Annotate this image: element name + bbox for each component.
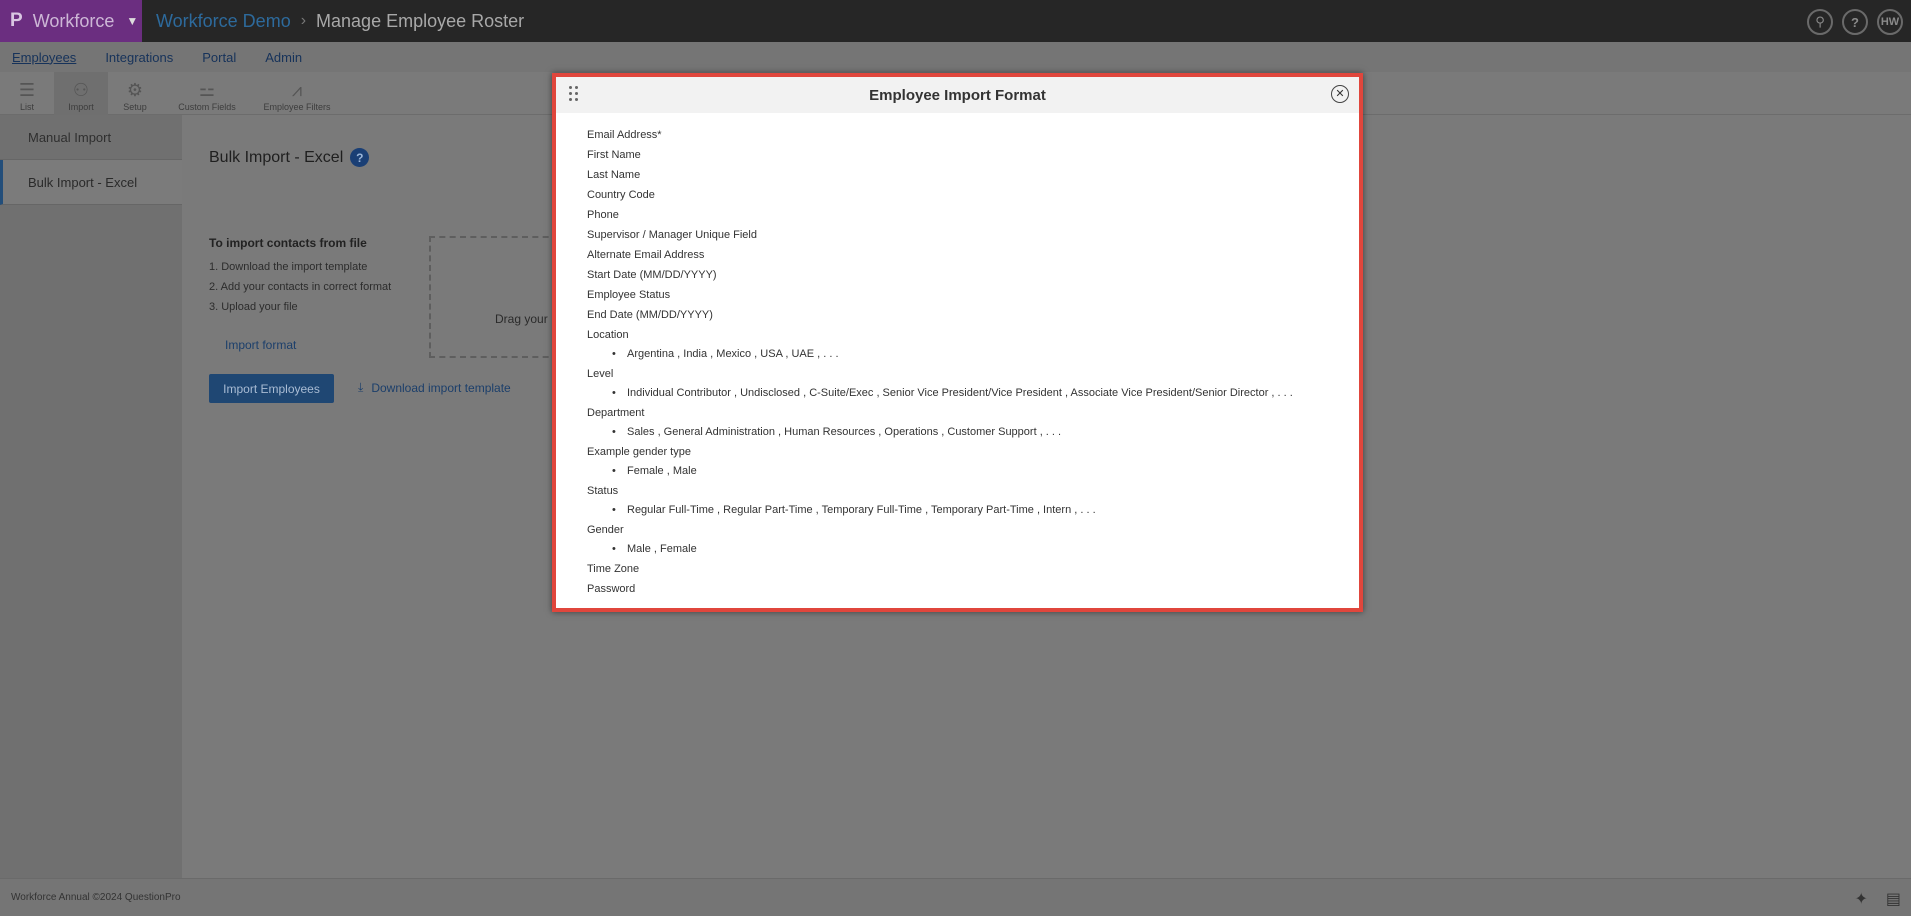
tool-custom-fields-label: Custom Fields — [178, 102, 236, 112]
caret-down-icon: ▼ — [126, 14, 139, 28]
chart-icon: ⩘ — [291, 80, 303, 100]
field-values: Regular Full-Time , Regular Part-Time , … — [587, 503, 1359, 522]
field-values: Argentina , India , Mexico , USA , UAE ,… — [587, 347, 1359, 366]
user-avatar[interactable]: HW — [1877, 9, 1903, 35]
person-icon: ⚇ — [72, 80, 90, 100]
field-name: Employee Status — [587, 289, 671, 301]
nav-portal[interactable]: Portal — [202, 50, 236, 65]
field-name: Supervisor / Manager Unique Field — [587, 229, 757, 241]
tool-list-label: List — [19, 102, 34, 112]
field-name: Alternate Email Address — [587, 249, 705, 261]
modal-body: Email Address* First Name Last Name Coun… — [556, 113, 1359, 601]
tool-employee-filters[interactable]: ⩘ Employee Filters — [252, 72, 342, 115]
help-icon[interactable]: ? — [350, 148, 370, 167]
sidebar-item-manual-import[interactable]: Manual Import — [0, 115, 182, 160]
field-name: Status — [587, 485, 619, 497]
instruction-step: 2. Add your contacts in correct format — [209, 281, 392, 293]
footer-text: Workforce Annual ©2024 QuestionPro — [11, 892, 181, 903]
list-icon: ☰ — [18, 80, 36, 100]
file-dropzone[interactable]: Drag your — [429, 236, 559, 358]
page-title: Manage Employee Roster — [316, 10, 525, 31]
nav-admin[interactable]: Admin — [265, 50, 302, 65]
tool-employee-filters-label: Employee Filters — [263, 102, 331, 112]
breadcrumb-root[interactable]: Workforce Demo — [156, 11, 291, 32]
field-values: Sales , General Administration , Human R… — [587, 425, 1359, 444]
breadcrumb: Workforce Demo › Manage Employee Roster — [156, 11, 524, 32]
sparkle-icon[interactable]: ✦ — [1854, 889, 1867, 909]
brand-name: Workforce — [32, 10, 115, 31]
question-icon: ? — [1851, 14, 1859, 30]
field-name: End Date (MM/DD/YYYY) — [587, 309, 713, 321]
brand-menu[interactable]: P Workforce ▼ — [0, 0, 142, 42]
sidebar-item-bulk-import[interactable]: Bulk Import - Excel — [0, 160, 182, 205]
search-button[interactable]: ⚲ — [1807, 9, 1833, 35]
tool-import-label: Import — [68, 102, 94, 112]
field-values-text: Argentina , India , Mexico , USA , UAE ,… — [627, 348, 839, 360]
modal-title: Employee Import Format — [869, 86, 1046, 104]
top-bar: P Workforce ▼ Workforce Demo › Manage Em… — [0, 0, 1911, 42]
import-format-modal: Employee Import Format ✕ Email Address* … — [552, 73, 1363, 612]
close-icon: ✕ — [1335, 87, 1345, 100]
field-name: Gender — [587, 524, 624, 536]
field-name: Location — [587, 329, 629, 341]
footer: Workforce Annual ©2024 QuestionPro ✦ ▤ — [0, 878, 1911, 916]
import-employees-button[interactable]: Import Employees — [209, 374, 334, 403]
instruction-step: 1. Download the import template — [209, 261, 368, 273]
modal-header: Employee Import Format ✕ — [556, 77, 1359, 113]
close-button[interactable]: ✕ — [1331, 85, 1349, 103]
field-values: Male , Female — [587, 542, 1359, 561]
dropzone-text: Drag your — [495, 312, 548, 326]
instruction-step: 3. Upload your file — [209, 301, 298, 313]
field-values: Individual Contributor , Undisclosed , C… — [587, 386, 1359, 405]
field-name: Email Address* — [587, 129, 662, 141]
user-initials: HW — [1880, 16, 1900, 28]
field-name: Time Zone — [587, 563, 640, 575]
field-values-text: Sales , General Administration , Human R… — [627, 426, 1062, 438]
field-name: Password — [587, 583, 636, 595]
nav-integrations[interactable]: Integrations — [105, 50, 173, 65]
section-title-text: Bulk Import - Excel — [209, 148, 344, 166]
help-button[interactable]: ? — [1842, 9, 1868, 35]
tool-list[interactable]: ☰ List — [0, 72, 54, 115]
search-icon: ⚲ — [1815, 14, 1825, 29]
field-name: Last Name — [587, 169, 641, 181]
field-name: Phone — [587, 209, 619, 221]
tool-setup[interactable]: ⚙ Setup — [108, 72, 162, 115]
tool-setup-label: Setup — [123, 102, 147, 112]
tool-import[interactable]: ⚇ Import — [54, 72, 108, 115]
field-values: Female , Male — [587, 464, 1359, 483]
section-title: Bulk Import - Excel ? — [209, 148, 370, 167]
field-name: Country Code — [587, 189, 655, 201]
field-values-text: Male , Female — [627, 543, 697, 555]
import-format-link[interactable]: Import format — [225, 338, 296, 352]
nav-employees[interactable]: Employees — [12, 50, 76, 65]
field-values-text: Individual Contributor , Undisclosed , C… — [627, 387, 1293, 399]
sidebar: Manual Import Bulk Import - Excel — [0, 115, 182, 878]
gear-icon: ⚙ — [126, 80, 144, 100]
download-template-link[interactable]: ⤓ Download import template — [358, 380, 511, 395]
fields-icon: ⚍ — [198, 80, 216, 100]
field-values-text: Female , Male — [627, 465, 697, 477]
download-template-label: Download import template — [371, 380, 511, 395]
field-name: Example gender type — [587, 446, 691, 458]
instructions-heading: To import contacts from file — [209, 236, 367, 250]
chevron-right-icon: › — [300, 12, 307, 29]
chat-icon[interactable]: ▤ — [1886, 889, 1901, 909]
field-values-text: Regular Full-Time , Regular Part-Time , … — [627, 504, 1096, 516]
brand-logo: P — [10, 10, 23, 31]
field-name: Start Date (MM/DD/YYYY) — [587, 269, 717, 281]
field-name: Level — [587, 368, 614, 380]
field-name: First Name — [587, 149, 641, 161]
drag-handle-icon[interactable] — [569, 86, 579, 102]
import-instructions: To import contacts from file 1. Download… — [209, 236, 391, 321]
main-nav: Employees Integrations Portal Admin — [0, 42, 1911, 72]
field-name: Department — [587, 407, 645, 419]
tool-custom-fields[interactable]: ⚍ Custom Fields — [162, 72, 252, 115]
download-icon: ⤓ — [358, 380, 364, 394]
